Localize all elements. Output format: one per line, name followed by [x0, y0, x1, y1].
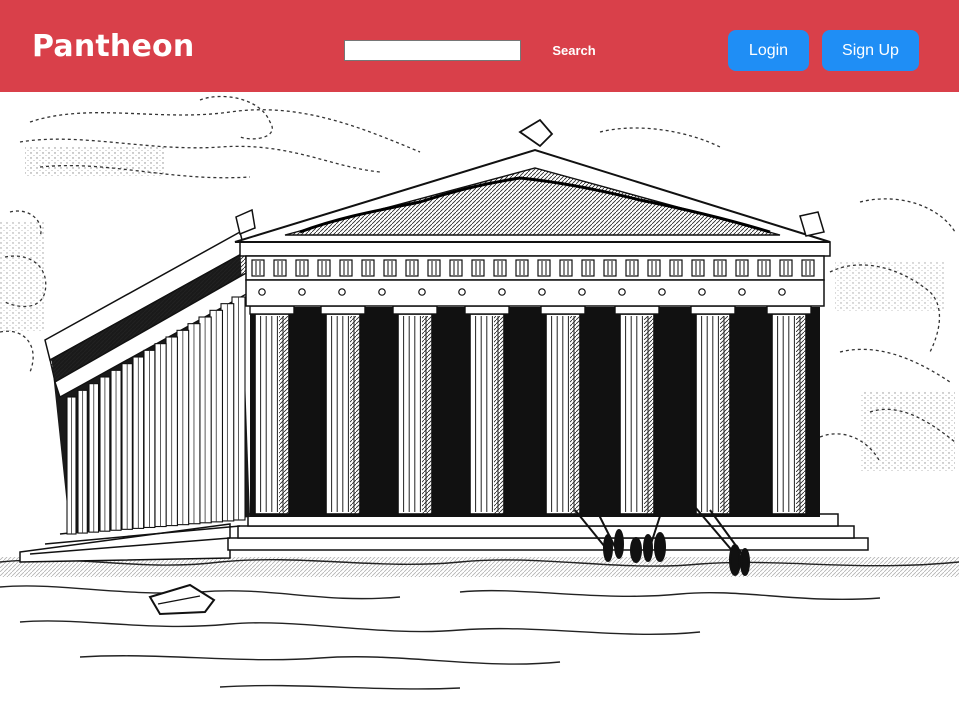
triglyph: [779, 259, 793, 277]
triglyph: [471, 259, 485, 277]
brand-logo[interactable]: Pantheon: [32, 27, 194, 67]
triglyph: [757, 259, 771, 277]
triglyph: [493, 259, 507, 277]
search-input[interactable]: [344, 40, 521, 61]
parthenon-illustration: [0, 92, 959, 715]
ornament: [578, 288, 586, 296]
triglyph: [559, 259, 573, 277]
triglyph: [427, 259, 441, 277]
search-button[interactable]: Search: [546, 38, 602, 62]
ornament: [258, 288, 266, 296]
triglyph: [537, 259, 551, 277]
ornament: [378, 288, 386, 296]
ornament: [778, 288, 786, 296]
triglyph: [383, 259, 397, 277]
triglyph: [405, 259, 419, 277]
column: [690, 305, 736, 515]
triglyph: [691, 259, 705, 277]
column: [614, 305, 660, 515]
triglyph: [273, 259, 287, 277]
ornament: [418, 288, 426, 296]
login-button[interactable]: Login: [728, 30, 809, 71]
ornament: [298, 288, 306, 296]
ornament: [338, 288, 346, 296]
triglyph: [647, 259, 661, 277]
column: [249, 305, 295, 515]
triglyph: [515, 259, 529, 277]
triglyph: [735, 259, 749, 277]
ornament: [658, 288, 666, 296]
triglyph: [713, 259, 727, 277]
triglyph: [801, 259, 815, 277]
triglyph: [581, 259, 595, 277]
column: [320, 305, 366, 515]
column: [540, 305, 586, 515]
triglyph: [603, 259, 617, 277]
ornament: [738, 288, 746, 296]
triglyph: [295, 259, 309, 277]
triglyph: [251, 259, 265, 277]
ornament: [498, 288, 506, 296]
signup-button[interactable]: Sign Up: [822, 30, 919, 71]
ornament: [458, 288, 466, 296]
triglyph: [361, 259, 375, 277]
triglyph: [625, 259, 639, 277]
triglyph: [317, 259, 331, 277]
hero-image: [0, 92, 959, 715]
column: [392, 305, 438, 515]
ornament: [698, 288, 706, 296]
ornament: [538, 288, 546, 296]
ornament: [618, 288, 626, 296]
column: [766, 305, 812, 515]
triglyph: [449, 259, 463, 277]
triglyph: [339, 259, 353, 277]
top-navbar: Pantheon Search Login Sign Up: [0, 0, 959, 92]
column: [464, 305, 510, 515]
triglyph: [669, 259, 683, 277]
